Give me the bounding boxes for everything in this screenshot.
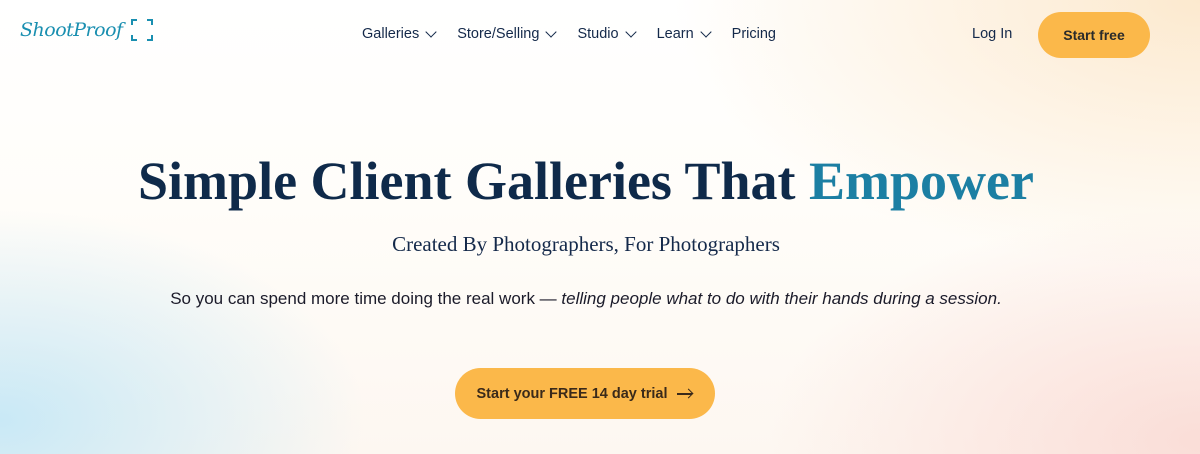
log-in-link[interactable]: Log In [972,26,1012,42]
nav-item-galleries[interactable]: Galleries [362,26,437,42]
nav-item-label: Studio [577,26,619,42]
main-menu: Galleries Store/Selling Studio Learn Pri… [362,26,798,42]
nav-item-store-selling[interactable]: Store/Selling [457,26,558,42]
nav-item-label: Store/Selling [457,26,540,42]
arrow-right-icon [677,389,693,399]
chevron-down-icon [624,26,637,38]
start-trial-button[interactable]: Start your FREE 14 day trial [455,368,715,419]
chevron-down-icon [425,26,437,38]
hero-title-accent: Empower [809,151,1034,211]
hero-title: Simple Client Galleries That Empower [0,150,1172,212]
nav-item-label: Galleries [362,26,420,42]
nav-item-learn[interactable]: Learn [656,26,712,42]
tagline-italic: telling people what to do with their han… [561,289,1002,308]
logo-wordmark: ShootProof [20,19,123,41]
viewfinder-brackets-icon [130,19,153,41]
hero-subtitle: Created By Photographers, For Photograph… [392,232,780,256]
cta-label: Start your FREE 14 day trial [476,385,668,402]
nav-item-label: Pricing [731,26,776,42]
nav-item-label: Learn [656,26,694,42]
top-navigation: ShootProof Galleries Store/Selling Studi… [0,0,1200,70]
hero-title-main: Simple Client Galleries That [138,151,796,211]
shootproof-logo[interactable]: ShootProof [20,19,153,41]
hero-tagline: So you can spend more time doing the rea… [0,289,1172,309]
chevron-down-icon [699,26,712,38]
nav-item-pricing[interactable]: Pricing [732,26,776,42]
tagline-plain: So you can spend more time doing the rea… [170,289,557,308]
nav-item-studio[interactable]: Studio [577,26,637,42]
chevron-down-icon [545,26,558,38]
start-free-button[interactable]: Start free [1038,12,1150,58]
